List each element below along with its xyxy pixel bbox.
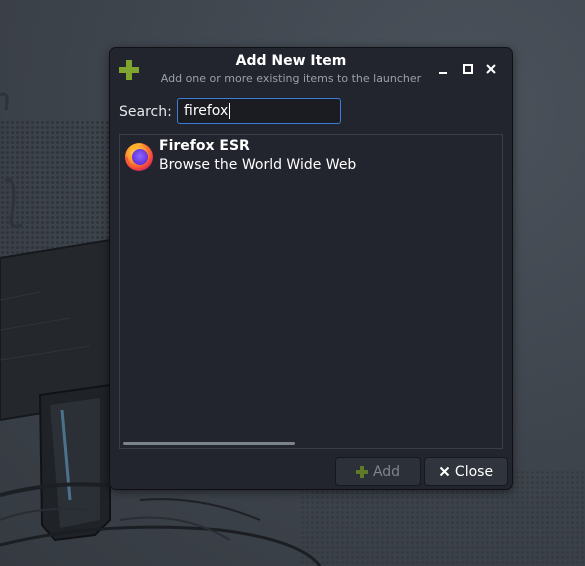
item-name: Firefox ESR [159, 138, 250, 154]
dialog-subtitle: Add one or more existing items to the la… [160, 72, 422, 85]
add-button-label: Add [372, 463, 401, 480]
dialog-title: Add New Item [235, 53, 347, 69]
text-caret [229, 103, 231, 119]
add-button[interactable]: Add [335, 457, 421, 486]
maximize-icon[interactable] [460, 61, 476, 77]
search-label: Search: [119, 104, 172, 120]
minimize-icon[interactable] [435, 61, 451, 77]
dialog-titlebar[interactable]: Add New Item Add one or more existing it… [110, 48, 512, 92]
list-item[interactable]: Firefox ESR Browse the World Wide Web [120, 135, 502, 179]
close-icon [439, 466, 450, 477]
results-list[interactable]: Firefox ESR Browse the World Wide Web [119, 134, 503, 449]
item-description: Browse the World Wide Web [159, 157, 357, 173]
plus-icon [355, 465, 368, 478]
plus-icon [119, 60, 139, 80]
horizontal-scrollbar[interactable] [123, 442, 295, 445]
firefox-icon [123, 140, 155, 172]
close-icon[interactable] [483, 61, 499, 77]
close-button[interactable]: Close [424, 457, 508, 486]
search-input[interactable]: firefox [177, 98, 341, 124]
search-input-value: firefox [184, 103, 229, 119]
close-button-label: Close [454, 463, 494, 480]
add-new-item-dialog: Add New Item Add one or more existing it… [110, 48, 512, 489]
